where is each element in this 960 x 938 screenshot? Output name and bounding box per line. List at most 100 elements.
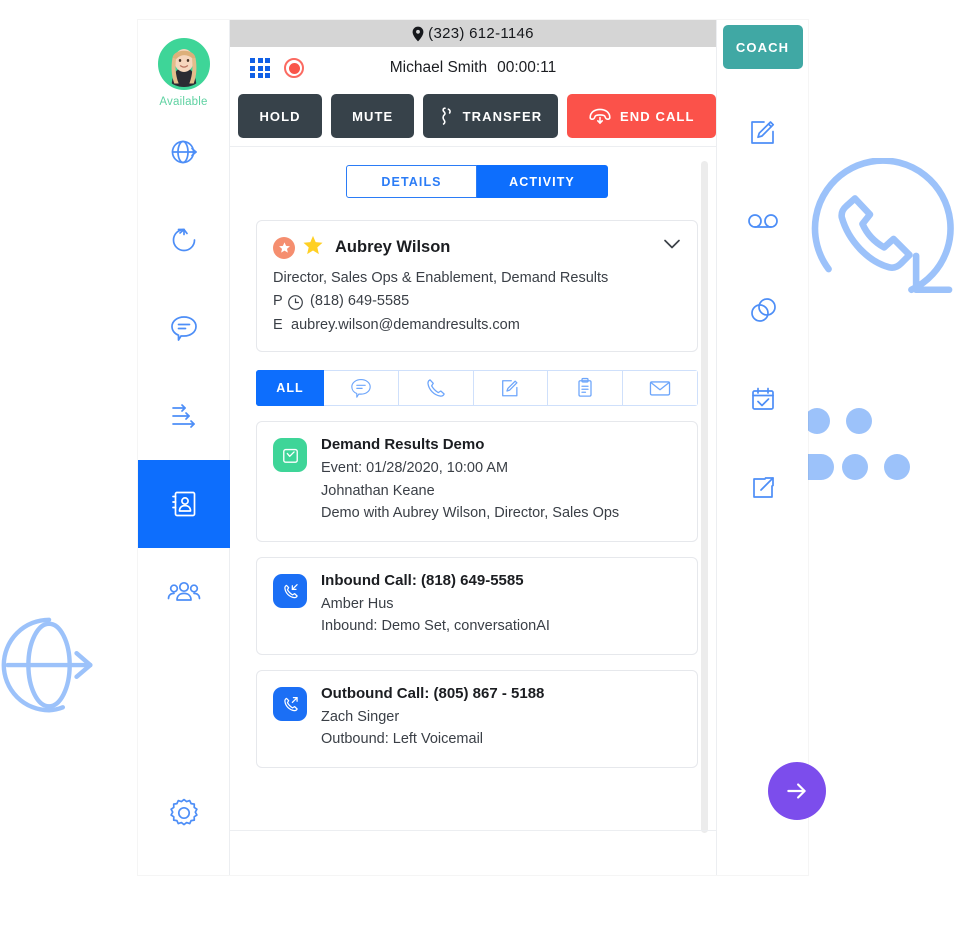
coach-button[interactable]: COACH — [722, 25, 803, 69]
call-timer: 00:00:11 — [497, 59, 557, 76]
contact-phone[interactable]: (818) 649-5585 — [310, 290, 409, 313]
sidebar-item-refresh[interactable] — [138, 196, 230, 284]
avatar-photo — [160, 41, 207, 87]
coach-label: COACH — [735, 39, 790, 55]
note-edit-icon — [502, 380, 518, 397]
map-pin-icon — [412, 26, 424, 41]
phone-outgoing-icon — [273, 686, 307, 721]
content-area: DETAILS ACTIVITY Aubrey Wilson Director,… — [230, 146, 716, 875]
external-link-icon — [752, 476, 774, 498]
activity-title: Outbound Call: (805) 867 - 5188 — [321, 684, 545, 702]
contact-card: Aubrey Wilson Director, Sales Ops & Enab… — [256, 220, 698, 353]
chevron-down-icon[interactable] — [663, 237, 681, 255]
call-controls: HOLD MUTE TRANSFER END CALL — [230, 89, 716, 146]
left-navigation-rail: Available — [138, 20, 230, 875]
transfer-icon — [441, 107, 451, 125]
activity-body: Demand Results Demo Event: 01/28/2020, 1… — [321, 436, 619, 524]
contact-email[interactable]: aubrey.wilson@demandresults.com — [291, 314, 520, 337]
activity-card[interactable]: Demand Results Demo Event: 01/28/2020, 1… — [256, 421, 698, 542]
scroll-pane: DETAILS ACTIVITY Aubrey Wilson Director,… — [230, 147, 716, 831]
call-party-name: Michael Smith — [389, 59, 488, 76]
calendar-check-icon — [751, 387, 774, 410]
phone-icon — [427, 379, 445, 398]
right-navigation-rail: COACH — [716, 20, 808, 875]
end-call-button[interactable]: END CALL — [566, 94, 716, 138]
status-label: Available — [159, 96, 208, 108]
activity-line-3: Demo with Aubrey Wilson, Director, Sales… — [321, 505, 620, 522]
end-call-label: END CALL — [620, 108, 695, 124]
loading-dots-icon — [770, 408, 932, 480]
right-item-merge[interactable] — [717, 265, 809, 354]
people-group-icon — [167, 581, 200, 601]
gold-star-icon[interactable] — [302, 234, 324, 261]
softphone-window: Available (323) 612-1146 Michael Smith 0… — [138, 20, 808, 875]
overlapping-circles-icon — [750, 297, 776, 322]
location-bar: (323) 612-1146 — [230, 20, 716, 47]
mute-label: MUTE — [352, 108, 394, 124]
activity-card[interactable]: Outbound Call: (805) 867 - 5188 Zach Sin… — [256, 669, 698, 768]
note-edit-icon — [750, 120, 774, 144]
sidebar-item-messages[interactable] — [138, 284, 230, 372]
envelope-icon — [649, 381, 671, 397]
activity-line-1: Amber Hus — [321, 595, 394, 612]
transfer-label: TRANSFER — [462, 108, 543, 124]
refresh-clockwise-icon — [172, 228, 195, 252]
avatar[interactable] — [157, 38, 210, 90]
hold-button[interactable]: HOLD — [238, 94, 323, 138]
tab-activity[interactable]: ACTIVITY — [477, 165, 608, 198]
filter-email[interactable] — [623, 370, 698, 407]
sidebar-item-settings[interactable] — [138, 769, 230, 857]
globe-arrow-icon — [171, 140, 197, 164]
activity-line-2: Inbound: Demo Set, conversationAI — [321, 618, 550, 635]
record-icon[interactable] — [284, 58, 304, 78]
main-panel: (323) 612-1146 Michael Smith 00:00:11 HOL… — [230, 20, 716, 875]
filter-messages[interactable] — [324, 370, 399, 407]
phone-incoming-icon — [273, 573, 307, 608]
chat-bubble-icon — [351, 379, 371, 399]
next-arrow-button[interactable] — [768, 762, 826, 820]
star-badge-icon — [273, 236, 295, 259]
location-phone-number: (323) 612-1146 — [428, 25, 534, 42]
sidebar-item-contacts[interactable] — [138, 460, 230, 548]
chat-bubble-icon — [170, 316, 197, 341]
activity-line-1: Event: 01/28/2020, 10:00 AM — [321, 460, 509, 477]
phone-in-circle-icon — [811, 158, 954, 294]
arrows-flow-icon — [171, 404, 195, 428]
activity-title: Demand Results Demo — [321, 436, 485, 454]
filter-tasks[interactable] — [548, 370, 624, 407]
contact-email-row: E aubrey.wilson@demandresults.com — [273, 314, 681, 337]
activity-card[interactable]: Inbound Call: (818) 649-5585 Amber Hus I… — [256, 556, 698, 655]
arrow-right-icon — [787, 783, 806, 799]
globe-arrow-icon — [1, 617, 93, 713]
sidebar-item-teams[interactable] — [138, 548, 230, 636]
voicemail-icon — [747, 213, 778, 228]
screenshot-canvas: Available (323) 612-1146 Michael Smith 0… — [0, 0, 960, 938]
dialpad-icon[interactable] — [250, 58, 270, 78]
transfer-button[interactable]: TRANSFER — [423, 94, 558, 138]
contact-name: Aubrey Wilson — [335, 238, 451, 256]
right-item-notes[interactable] — [717, 87, 809, 176]
activity-filter-bar: ALL — [256, 370, 698, 407]
filter-calls[interactable] — [398, 370, 474, 407]
activity-title: Inbound Call: (818) 649-5585 — [321, 571, 524, 589]
contact-header: Aubrey Wilson — [273, 234, 681, 261]
tab-details[interactable]: DETAILS — [346, 165, 477, 198]
contact-phone-row: P (818) 649-5585 — [273, 290, 681, 313]
gear-icon — [169, 798, 198, 826]
mute-button[interactable]: MUTE — [331, 94, 415, 138]
right-item-schedule[interactable] — [717, 354, 809, 443]
filter-notes[interactable] — [473, 370, 549, 407]
call-status-bar: Michael Smith 00:00:11 — [230, 47, 716, 89]
right-item-open-external[interactable] — [717, 443, 809, 532]
contact-title: Director, Sales Ops & Enablement, Demand… — [273, 270, 609, 286]
activity-line-1: Zach Singer — [321, 708, 400, 725]
sidebar-item-workflows[interactable] — [138, 372, 230, 460]
vertical-scrollbar[interactable] — [701, 161, 708, 833]
filter-all[interactable]: ALL — [256, 370, 324, 407]
activity-body: Outbound Call: (805) 867 - 5188 Zach Sin… — [321, 685, 544, 751]
clock-icon — [287, 294, 304, 311]
sidebar-item-web-lead[interactable] — [138, 108, 230, 196]
hold-label: HOLD — [259, 108, 301, 124]
calendar-check-icon — [273, 438, 307, 473]
right-item-voicemail[interactable] — [717, 176, 809, 265]
